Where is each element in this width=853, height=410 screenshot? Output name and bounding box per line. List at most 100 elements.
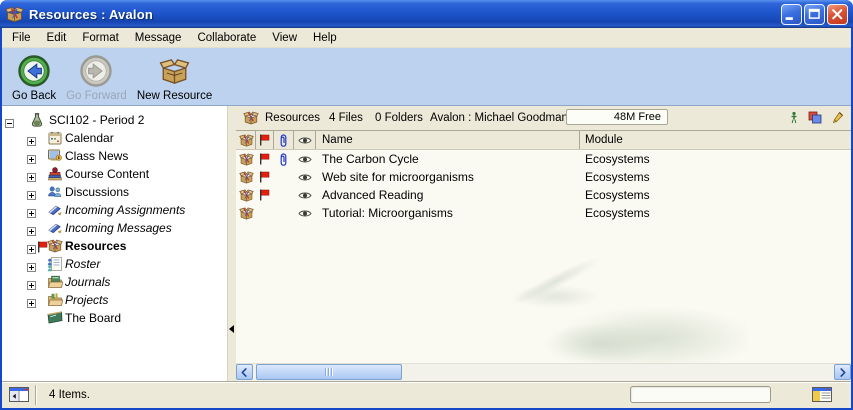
box-column-icon [239,133,254,148]
toggle-right-panel-icon[interactable] [812,387,832,402]
people-icon [47,184,63,200]
avalon-watermark-image [508,268,748,363]
type-column-header[interactable] [236,131,256,149]
tree-item-label: Course Content [65,167,149,181]
titlebar[interactable]: Resources : Avalon [0,0,853,28]
new-resource-button[interactable]: New Resource [132,51,217,103]
attachment-column-header[interactable] [274,131,294,149]
folders-count: 0 Folders [375,112,423,124]
resource-row-tutorial-microorganisms[interactable]: Tutorial: Microorganisms Ecosystems [236,204,851,222]
tree-item-label: Projects [65,293,108,307]
expand-icon[interactable] [27,277,36,286]
menu-format[interactable]: Format [74,30,126,46]
free-space-indicator: 48M Free [566,109,668,125]
resource-row-the-carbon-cycle[interactable]: The Carbon Cycle Ecosystems [236,150,851,168]
tree-item-incoming-assignments[interactable]: Incoming Assignments [2,201,227,219]
pencil-icon[interactable] [832,111,844,124]
app-box-icon [5,5,24,24]
resource-box-icon [239,188,254,203]
splitter[interactable] [227,106,236,381]
expand-icon[interactable] [27,187,36,196]
expand-icon[interactable] [27,205,36,214]
books-icon [47,166,63,182]
resource-row-advanced-reading[interactable]: Advanced Reading Ecosystems [236,186,851,204]
person-icon[interactable] [790,111,798,124]
layers-icon[interactable] [808,111,822,124]
maximize-button[interactable] [804,4,825,25]
resource-name[interactable]: Tutorial: Microorganisms [316,206,580,220]
board-icon [47,310,63,326]
close-button[interactable] [827,4,848,25]
menu-edit[interactable]: Edit [39,30,75,46]
module-column-header[interactable]: Module [580,131,851,149]
go-back-button[interactable]: Go Back [7,51,61,103]
resource-box-icon [239,206,254,221]
tree-item-label: Incoming Assignments [65,203,185,217]
visible-eye-icon [298,173,312,182]
visibility-column-header[interactable] [294,131,316,149]
resource-name[interactable]: The Carbon Cycle [316,152,580,166]
scroll-left-button[interactable] [236,364,253,380]
tree-item-label: SCI102 - Period 2 [49,113,144,127]
horizontal-scrollbar[interactable] [236,363,851,381]
menu-help[interactable]: Help [305,30,345,46]
go-forward-button: Go Forward [61,51,132,103]
tree-item-label: Calendar [65,131,114,145]
minimize-button[interactable] [781,4,802,25]
resource-box-icon [239,170,254,185]
tree-item-discussions[interactable]: Discussions [2,183,227,201]
expand-icon[interactable] [27,169,36,178]
tree-item-label: Discussions [65,185,129,199]
attachment-icon [279,153,288,166]
expand-icon[interactable] [27,295,36,304]
expand-icon[interactable] [27,133,36,142]
toggle-left-panel-icon[interactable] [9,387,29,402]
collapse-splitter-icon[interactable] [229,325,234,333]
name-column-header[interactable]: Name [316,131,580,149]
window-title: Resources : Avalon [29,7,153,22]
expand-icon[interactable] [27,259,36,268]
calendar-icon [47,130,63,146]
scrollbar-thumb[interactable] [256,364,402,380]
server-owner-label: Avalon : Michael Goodman [430,112,568,124]
resource-list: The Carbon Cycle Ecosystems Web site for… [236,150,851,363]
main-area: SCI102 - Period 2 Calendar Class News Cours… [2,106,851,381]
menu-collaborate[interactable]: Collaborate [189,30,264,46]
toolbar-button-label: Go Back [12,90,56,102]
resource-name[interactable]: Advanced Reading [316,188,580,202]
resources-panel: Resources 4 Files 0 Folders Avalon : Mic… [236,106,851,381]
tree-item-the-board[interactable]: The Board [2,309,227,327]
tree-item-course-content[interactable]: Course Content [2,165,227,183]
expand-icon[interactable] [27,223,36,232]
window-body: FileEditFormatMessageCollaborateViewHelp… [2,28,851,408]
resource-module: Ecosystems [580,206,851,220]
tree-item-sci102-period-2[interactable]: SCI102 - Period 2 [2,111,227,129]
visible-eye-icon [298,191,312,200]
menu-view[interactable]: View [264,30,305,46]
flask-icon [29,112,45,128]
back-circle-icon [17,54,51,88]
toolbar-button-label: Go Forward [66,90,127,102]
tree-item-class-news[interactable]: Class News [2,147,227,165]
scroll-right-button[interactable] [834,364,851,380]
resource-row-web-site-for-microorganisms[interactable]: Web site for microorganisms Ecosystems [236,168,851,186]
scrollbar-track[interactable] [253,364,834,381]
tree-item-incoming-messages[interactable]: Incoming Messages [2,219,227,237]
tree-item-journals[interactable]: Journals [2,273,227,291]
collapse-icon[interactable] [5,115,14,124]
flag-column-header[interactable] [256,131,274,149]
resource-name[interactable]: Web site for microorganisms [316,170,580,184]
flag-icon [259,134,270,146]
expand-icon[interactable] [27,241,36,250]
tree-item-calendar[interactable]: Calendar [2,129,227,147]
menu-file[interactable]: File [4,30,39,46]
resource-module: Ecosystems [580,152,851,166]
tree-item-roster[interactable]: Roster [2,255,227,273]
tree-item-resources[interactable]: Resources [2,237,227,255]
menu-message[interactable]: Message [127,30,190,46]
expand-icon[interactable] [27,151,36,160]
tree-item-projects[interactable]: Projects [2,291,227,309]
tree-item-label: Resources [65,239,126,253]
tree-item-label: Journals [65,275,110,289]
resource-module: Ecosystems [580,188,851,202]
